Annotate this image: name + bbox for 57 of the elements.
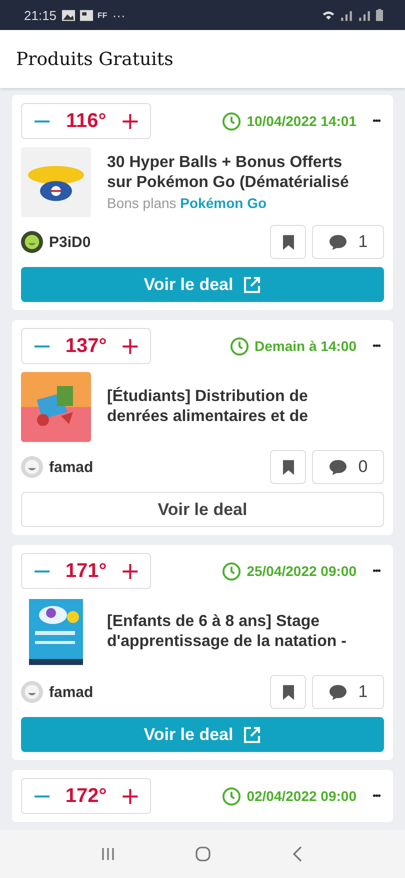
external-link-icon bbox=[243, 276, 262, 294]
vote-up-button[interactable]: + bbox=[116, 559, 144, 583]
vote-up-button[interactable]: + bbox=[116, 784, 144, 808]
bookmark-button[interactable] bbox=[270, 675, 306, 709]
avatar bbox=[21, 456, 43, 478]
username[interactable]: P3iD0 bbox=[49, 234, 91, 250]
bookmark-icon bbox=[282, 460, 294, 474]
battery-icon bbox=[376, 9, 383, 21]
recent-apps-button[interactable] bbox=[100, 846, 116, 862]
expiry-date: Demain à 14:00 bbox=[254, 338, 356, 354]
comments-button[interactable]: 1 bbox=[312, 675, 384, 709]
vote-up-button[interactable]: + bbox=[116, 109, 144, 133]
comment-icon bbox=[328, 684, 348, 700]
vote-up-button[interactable]: + bbox=[116, 334, 144, 358]
image-icon bbox=[62, 10, 75, 20]
clock-icon bbox=[222, 112, 241, 130]
bookmark-button[interactable] bbox=[270, 450, 306, 484]
wifi-icon bbox=[322, 10, 335, 20]
avatar bbox=[21, 231, 43, 253]
expiry-date: 02/04/2022 09:00 bbox=[246, 788, 356, 804]
more-button[interactable]: ••• bbox=[362, 566, 384, 576]
comment-icon bbox=[328, 458, 348, 476]
username[interactable]: famad bbox=[49, 458, 94, 476]
clock-icon bbox=[222, 562, 241, 580]
clock-icon bbox=[230, 336, 249, 356]
temperature: 137° bbox=[64, 334, 108, 358]
comment-icon bbox=[328, 234, 348, 250]
avatar bbox=[21, 681, 43, 703]
more-button[interactable]: ••• bbox=[362, 116, 384, 126]
clock-icon bbox=[222, 786, 241, 806]
temperature: 171° bbox=[64, 560, 108, 582]
page-title: Produits Gratuits bbox=[16, 48, 174, 70]
signal-icon bbox=[340, 10, 353, 20]
more-notifications: ··· bbox=[112, 8, 126, 22]
deal-title[interactable]: [Enfants de 6 à 8 ans] Stage d'apprentissage de la natation - bbox=[107, 612, 357, 652]
signal-icon bbox=[358, 10, 371, 20]
home-button[interactable] bbox=[194, 846, 210, 862]
comments-button[interactable]: 0 bbox=[312, 450, 384, 484]
bookmark-icon bbox=[282, 234, 294, 250]
external-link-icon bbox=[243, 726, 262, 744]
more-button[interactable]: ••• bbox=[362, 790, 384, 802]
notification-text: FF bbox=[98, 10, 108, 20]
merchant-label: Bons plans Pokémon Go bbox=[107, 195, 268, 211]
clock: 21:15 bbox=[24, 8, 57, 22]
expiry-date: 10/04/2022 14:01 bbox=[246, 113, 356, 129]
bookmark-icon bbox=[282, 684, 294, 700]
temperature: 172° bbox=[64, 784, 108, 808]
temperature: 116° bbox=[64, 110, 108, 132]
see-deal-button[interactable]: Voir le deal bbox=[21, 492, 384, 527]
comments-button[interactable]: 1 bbox=[312, 225, 384, 259]
deal-title[interactable]: 30 Hyper Balls + Bonus Offerts sur Pokémon Go (Dématérialisé bbox=[107, 153, 357, 193]
more-button[interactable]: ••• bbox=[362, 340, 384, 352]
bookmark-button[interactable] bbox=[270, 225, 306, 259]
expiry-date: 25/04/2022 09:00 bbox=[246, 563, 356, 579]
deal-title[interactable]: [Étudiants] Distribution de denrées alimentaires et de bbox=[107, 387, 357, 427]
card-icon bbox=[80, 10, 93, 20]
username[interactable]: famad bbox=[49, 684, 94, 700]
